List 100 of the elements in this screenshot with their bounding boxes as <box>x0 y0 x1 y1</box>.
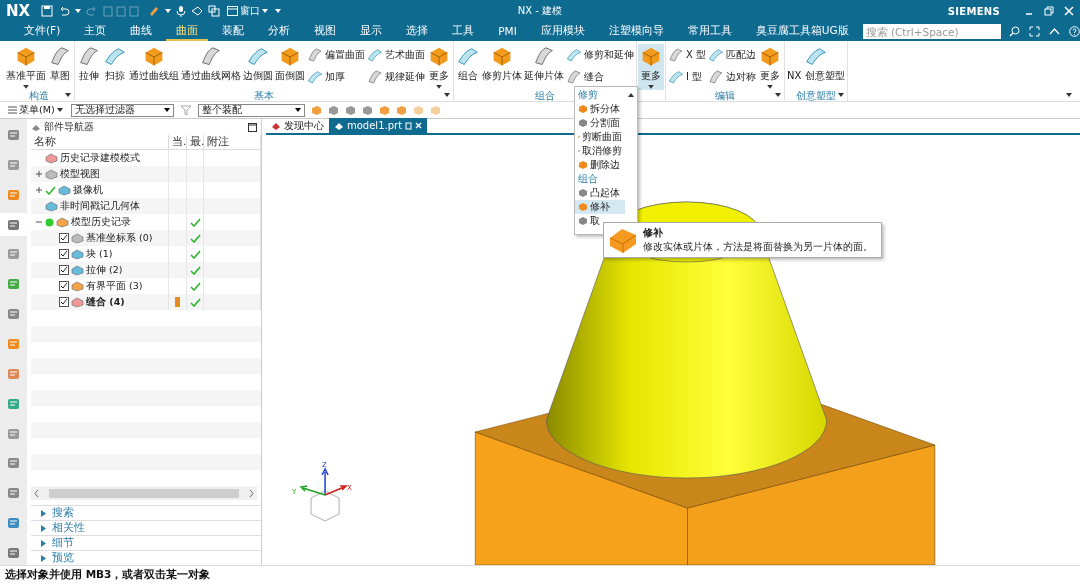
window-menu-button[interactable]: 窗口 <box>225 4 271 18</box>
caret-icon[interactable] <box>65 93 71 97</box>
scroll-left-icon[interactable] <box>34 490 39 497</box>
selection-tool-icon[interactable] <box>395 104 407 116</box>
selection-tool-icon[interactable] <box>344 104 356 116</box>
help-icon[interactable] <box>1068 26 1080 37</box>
column-header[interactable]: 附注 <box>204 135 261 149</box>
ribbon-button[interactable]: 修剪和延伸 <box>566 46 634 63</box>
undo-icon[interactable] <box>58 5 71 17</box>
ribbon-button[interactable]: 规律延伸 <box>367 68 425 85</box>
menu-tab[interactable]: 装配 <box>212 22 255 41</box>
tree-item[interactable]: 模型视图 <box>60 167 100 181</box>
maximize-icon[interactable] <box>248 122 257 132</box>
ribbon-button[interactable]: 延伸片体 <box>523 44 565 90</box>
tree-item[interactable]: 历史记录建模模式 <box>60 151 140 165</box>
column-header[interactable]: 最. <box>187 135 204 149</box>
ribbon-button[interactable]: X 型 <box>668 46 707 63</box>
ribbon-button[interactable]: 基准平面 <box>5 44 47 90</box>
menu-tab[interactable]: 注塑模向导 <box>598 22 674 41</box>
ribbon-button[interactable]: 缝合 <box>566 68 634 85</box>
selection-tool-icon[interactable] <box>361 104 373 116</box>
section-header[interactable]: 相关性 <box>52 521 85 535</box>
ribbon-button[interactable]: 更多 <box>426 44 452 90</box>
caret-icon[interactable] <box>837 93 844 97</box>
ribbon-button[interactable]: 更多 <box>757 44 784 90</box>
pin-icon[interactable] <box>405 121 413 130</box>
menu-tab[interactable]: 主页 <box>74 22 117 41</box>
expand-icon[interactable] <box>41 524 46 532</box>
ribbon-button[interactable]: 拉伸 <box>76 44 102 90</box>
column-header[interactable]: 名称 <box>31 135 169 149</box>
horizontal-scrollbar[interactable] <box>31 487 257 500</box>
switch-window-icon[interactable] <box>208 5 221 17</box>
ribbon-button[interactable]: 加厚 <box>307 68 365 85</box>
menu-item[interactable]: 取 <box>575 214 625 228</box>
checkbox[interactable] <box>59 265 69 275</box>
selection-tool-icon[interactable] <box>310 104 322 116</box>
expand-icon[interactable] <box>35 186 43 194</box>
collapse-icon[interactable] <box>35 218 43 226</box>
menu-item[interactable]: 取消修剪 <box>575 144 625 158</box>
menu-tab[interactable]: 视图 <box>304 22 347 41</box>
menu-item[interactable]: 剪断曲面 <box>575 130 625 144</box>
tree-item[interactable]: 有界平面 (3) <box>86 279 143 293</box>
restore-icon[interactable] <box>1044 6 1054 16</box>
menu-item[interactable]: 修补 <box>575 200 625 214</box>
filter-icon[interactable] <box>179 104 192 116</box>
selection-tool-icon[interactable] <box>378 104 390 116</box>
paint-icon[interactable] <box>148 5 161 17</box>
menu-item[interactable]: 删除边 <box>575 158 625 172</box>
scope-dropdown[interactable]: 整个装配 <box>197 103 305 117</box>
ribbon-button[interactable]: 扫掠 <box>102 44 128 90</box>
menu-tab[interactable]: 选择 <box>396 22 439 41</box>
menu-item[interactable]: 凸起体 <box>575 186 625 200</box>
expand-icon[interactable] <box>41 554 46 562</box>
menu-item[interactable]: 拆分体 <box>575 102 625 116</box>
caret-icon[interactable] <box>775 93 782 97</box>
ribbon-button[interactable]: 组合 <box>455 44 481 90</box>
menu-tab[interactable]: 应用模块 <box>530 22 595 41</box>
search-field[interactable]: 搜索 (Ctrl+Space) <box>862 24 1001 39</box>
expand-icon[interactable] <box>35 170 43 178</box>
menu-item[interactable]: 分割面 <box>575 116 625 130</box>
tree-item[interactable]: 基准坐标系 (0) <box>86 231 153 245</box>
caret-icon[interactable] <box>444 93 450 97</box>
close-icon[interactable] <box>415 122 423 129</box>
visible-check-icon[interactable] <box>45 185 56 195</box>
tree-item[interactable]: 非时间戳记几何体 <box>60 199 140 213</box>
ribbon-button[interactable]: 更多 <box>638 44 664 90</box>
selection-filter-dropdown[interactable]: 无选择过滤器 <box>70 103 174 117</box>
menu-tab[interactable]: 分析 <box>258 22 301 41</box>
selection-tool-icon[interactable] <box>327 104 339 116</box>
menu-tab[interactable]: 曲面 <box>166 22 209 41</box>
ribbon-button[interactable]: 面倒圆 <box>274 44 306 90</box>
menu-tab[interactable]: 显示 <box>350 22 393 41</box>
tree-item[interactable]: 缝合 (4) <box>86 295 125 309</box>
tree-item[interactable]: 块 (1) <box>86 247 113 261</box>
tree-item[interactable]: 模型历史记录 <box>71 215 131 229</box>
file-tab[interactable]: 发现中心 <box>266 118 329 133</box>
ribbon-button[interactable]: 修剪片体 <box>481 44 523 90</box>
ribbon-button[interactable]: 匹配边 <box>708 46 757 63</box>
save-icon[interactable] <box>41 5 54 17</box>
microphone-icon[interactable] <box>176 5 187 17</box>
ribbon-button[interactable]: 边对称 <box>708 68 757 85</box>
close-icon[interactable] <box>1064 6 1074 16</box>
ribbon-button[interactable]: 艺术曲面 <box>367 46 425 63</box>
ribbon-button[interactable]: I 型 <box>668 68 707 85</box>
search-icon[interactable] <box>1008 26 1020 37</box>
command-finder-icon[interactable] <box>191 5 204 17</box>
checkbox[interactable] <box>59 281 69 291</box>
fullscreen-icon[interactable] <box>1028 26 1040 37</box>
menu-tab[interactable]: 臭豆腐工具箱UG版 <box>745 22 859 41</box>
section-header[interactable]: 搜索 <box>52 506 74 520</box>
checkbox[interactable] <box>59 233 69 243</box>
section-header[interactable]: 细节 <box>52 536 74 550</box>
checkbox[interactable] <box>59 297 69 307</box>
ribbon-button[interactable]: 草图 <box>47 44 73 90</box>
ribbon-button[interactable]: NX 创意塑型 <box>786 44 846 90</box>
menu-button[interactable]: 菜单(M) <box>6 103 65 117</box>
ribbon-button[interactable]: 通过曲线组 <box>128 44 180 90</box>
menu-tab[interactable]: 常用工具 <box>677 22 742 41</box>
expand-icon[interactable] <box>41 509 46 517</box>
expand-icon[interactable] <box>41 539 46 547</box>
